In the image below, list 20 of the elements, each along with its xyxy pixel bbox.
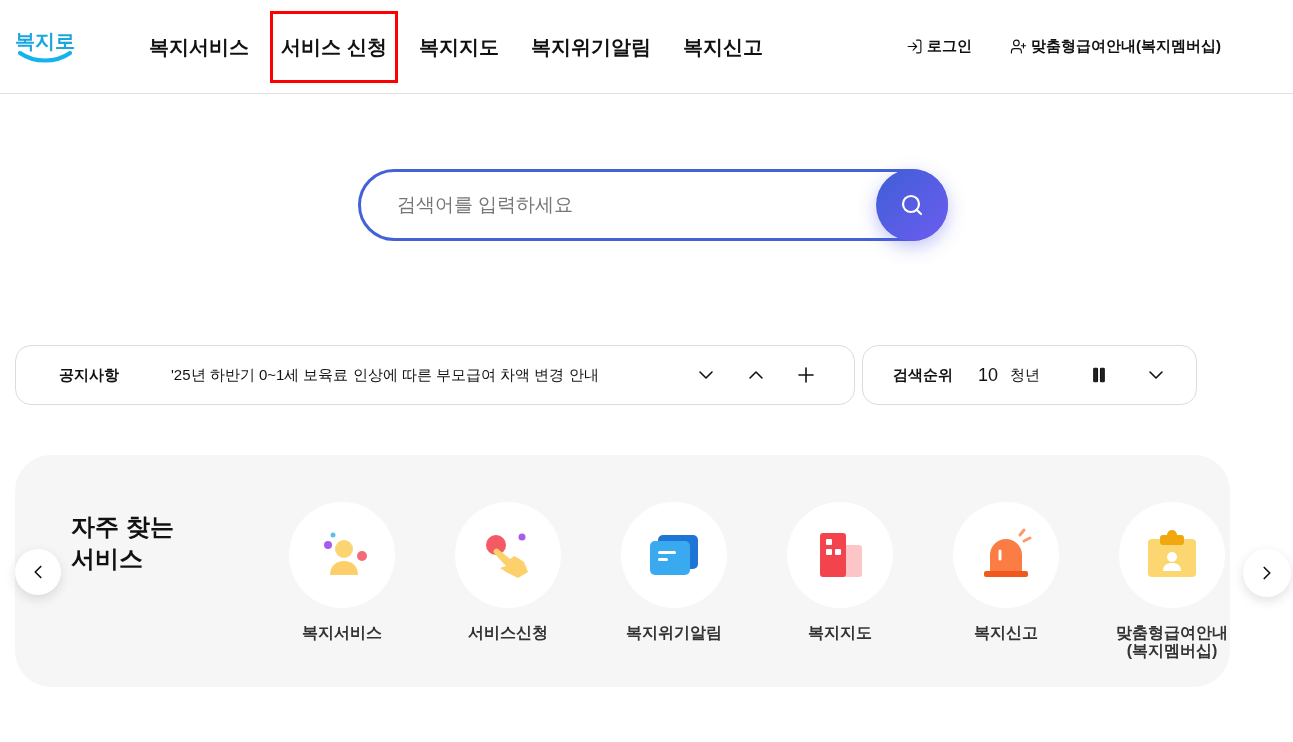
nav-link[interactable]: 서비스 신청 (270, 10, 398, 83)
search-input[interactable]: 검색어를 입력하세요 (396, 190, 868, 220)
nav-link[interactable]: 복지지도 (407, 10, 510, 83)
login-icon (906, 38, 923, 55)
ranking-label: 검색순위 (893, 364, 953, 385)
add-user-icon (1010, 38, 1027, 55)
search-button[interactable] (875, 169, 948, 241)
login-link[interactable]: 로그인 (906, 35, 972, 58)
membership-link[interactable]: 맞춤형급여안내(복지멤버십) (1010, 35, 1221, 58)
pause-icon[interactable] (1090, 366, 1108, 384)
search-icon (899, 193, 924, 217)
search-field[interactable]: 검색어를 입력하세요 (357, 169, 948, 241)
notice-text[interactable]: '25년 하반기 0~1세 보육료 인상에 따른 부모급여 차액 변경 안내 (171, 363, 599, 387)
notice-label: 공지사항 (59, 364, 119, 385)
nav-link[interactable]: 복지서비스 (138, 10, 260, 83)
nav-link[interactable]: 복지신고 (671, 10, 774, 83)
section-title: 자주 찾는 서비스 (71, 512, 175, 574)
nav-link[interactable]: 복지위기알림 (519, 10, 662, 83)
rank-number: 10 (978, 363, 999, 387)
ranking-keyword[interactable]: 청년 (1010, 363, 1041, 387)
